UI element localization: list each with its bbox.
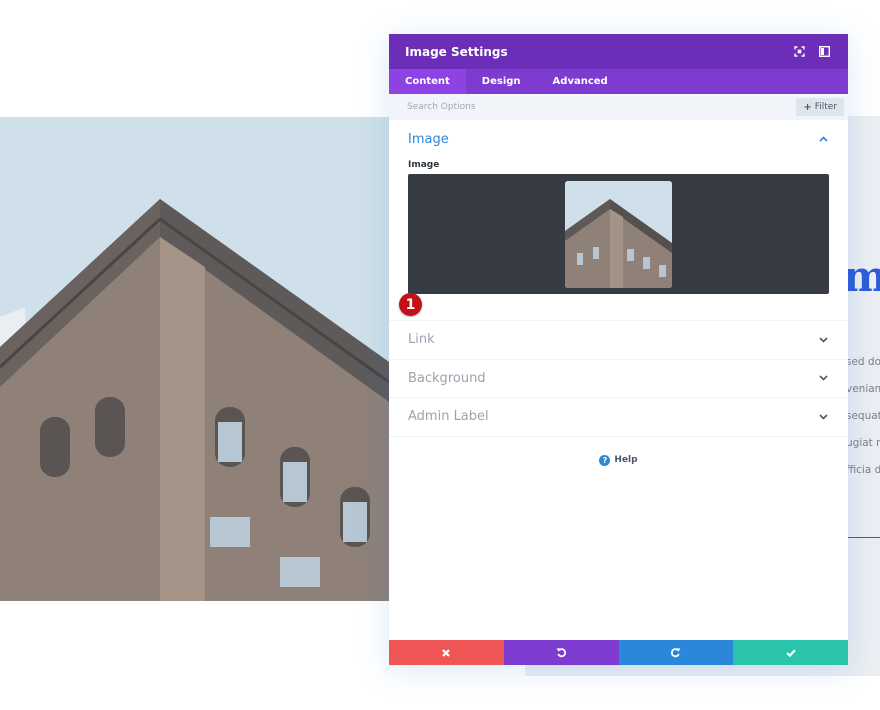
section-link-title: Link (408, 332, 435, 348)
body-text-line: veniam (846, 383, 880, 395)
image-field-label: Image (408, 160, 440, 170)
image-thumbnail[interactable] (565, 181, 672, 288)
search-options-input[interactable] (407, 102, 797, 112)
tab-content[interactable]: Content (389, 69, 466, 94)
search-bar: + Filter (389, 94, 848, 120)
fullscreen-icon[interactable] (791, 44, 807, 60)
body-text-line: ugiat nu (846, 437, 880, 449)
redo-icon (671, 648, 681, 658)
plus-icon: + (803, 101, 812, 113)
chevron-down-icon (817, 411, 829, 423)
section-image: Image Image 1 (389, 120, 848, 321)
background-heading-fragment: m (843, 252, 880, 301)
section-image-toggle[interactable]: Image (408, 120, 829, 158)
sidebar-layout-icon[interactable] (816, 44, 832, 60)
section-background[interactable]: Background (389, 360, 848, 398)
check-icon (785, 648, 796, 657)
step-number-badge: 1 (399, 293, 422, 316)
filter-label: Filter (814, 102, 837, 112)
body-text-line: fficia d (846, 464, 880, 476)
image-upload-field[interactable] (408, 174, 829, 294)
building-photo (0, 117, 389, 601)
discard-button[interactable] (389, 640, 504, 665)
section-image-title: Image (408, 131, 449, 147)
background-body-text: sed do veniam sequat. ugiat nu fficia d (846, 349, 880, 484)
image-settings-modal: Image Settings Content Design Advanced +… (389, 34, 848, 665)
save-button[interactable] (733, 640, 848, 665)
body-text-line: sed do (846, 356, 880, 368)
section-background-title: Background (408, 370, 486, 386)
help-link[interactable]: ? Help (389, 454, 848, 466)
redo-button[interactable] (618, 640, 734, 665)
section-admin-label[interactable]: Admin Label (389, 398, 848, 437)
chevron-up-icon (817, 133, 829, 145)
section-admin-label-title: Admin Label (408, 409, 489, 425)
undo-button[interactable] (503, 640, 619, 665)
chevron-down-icon (817, 334, 829, 346)
undo-icon (556, 648, 566, 658)
filter-button[interactable]: + Filter (796, 98, 844, 116)
modal-tabs: Content Design Advanced (389, 69, 848, 94)
modal-title: Image Settings (405, 44, 508, 59)
tab-advanced[interactable]: Advanced (537, 69, 624, 94)
body-text-line: sequat. (846, 410, 880, 422)
close-icon (442, 648, 451, 657)
help-label: Help (614, 455, 638, 465)
help-icon: ? (599, 454, 611, 466)
modal-header[interactable]: Image Settings (389, 34, 848, 69)
modal-footer (389, 640, 848, 665)
chevron-down-icon (817, 372, 829, 384)
background-divider (846, 537, 880, 538)
section-link[interactable]: Link (389, 321, 848, 360)
tab-design[interactable]: Design (466, 69, 537, 94)
